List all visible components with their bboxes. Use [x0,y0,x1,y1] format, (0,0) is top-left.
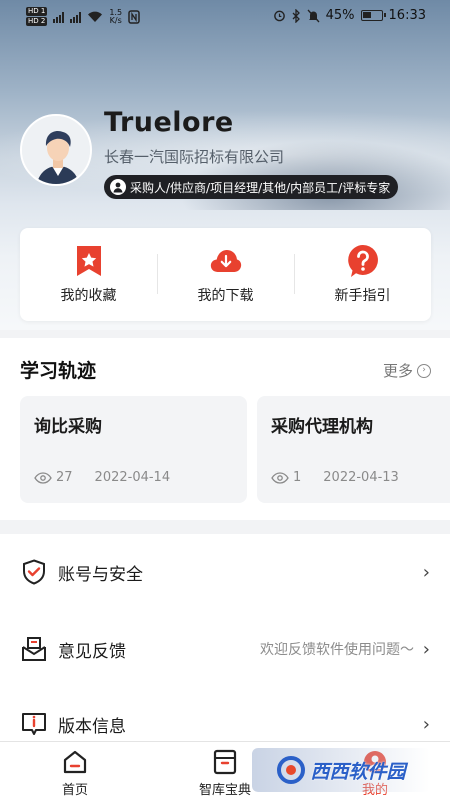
view-count: 27 [56,470,73,485]
cloud-download-icon [210,245,242,277]
chevron-right-icon: › [422,561,430,583]
chevron-right-circle-icon: › [417,363,431,378]
tab-home[interactable]: 首页 [25,748,125,798]
home-icon [61,748,89,776]
network-speed: 1.5 K/s [109,7,123,25]
alarm-icon [273,10,285,22]
bookmark-star-icon [73,245,105,277]
quick-actions-card: 我的收藏 我的下载 新手指引 [20,228,431,321]
section-title: 学习轨迹 [20,360,97,382]
feedback-hint: 欢迎反馈软件使用问题～ [260,642,414,658]
help-question-icon [347,244,379,277]
battery-icon [360,10,386,21]
site-watermark: 西西软件园 [252,748,430,792]
signal-icon [53,11,65,23]
battery-percent: 45% [325,8,355,23]
bluetooth-icon [292,8,300,23]
feedback-mail-icon [20,635,48,663]
user-name: Truelore [104,107,234,138]
learning-cards: 询比采购 27 2022-04-14 采购代理机构 1 2022-04-13 [20,396,450,504]
more-link[interactable]: 更多 › [383,360,431,381]
hd-badges: HD 1 HD 2 [26,7,48,26]
learning-card[interactable]: 询比采购 27 2022-04-14 [20,396,247,503]
learning-track-section: 学习轨迹 更多 › 询比采购 27 2022-04-14 采购代理机构 1 20… [0,338,450,520]
card-date: 2022-04-13 [323,470,399,485]
beginner-guide-button[interactable]: 新手指引 [294,228,431,321]
company-name: 长春一汽国际招标有限公司 [104,148,285,166]
eye-icon [271,471,289,484]
view-count: 1 [293,470,302,485]
menu-item-feedback[interactable]: 意见反馈 欢迎反馈软件使用问题～ › [0,619,450,679]
my-downloads-button[interactable]: 我的下载 [157,228,294,321]
chevron-right-icon: › [422,638,430,660]
settings-menu: 账号与安全 › 意见反馈 欢迎反馈软件使用问题～ › 版本信息 › [0,534,450,744]
my-favorites-button[interactable]: 我的收藏 [20,228,157,321]
status-bar: HD 1 HD 2 1.5 K/s 45% 16:33 [0,0,450,32]
user-icon [110,179,126,195]
learning-card[interactable]: 采购代理机构 1 2022-04-13 [257,396,450,503]
mute-icon [307,9,320,22]
card-date: 2022-04-14 [94,470,171,485]
nfc-icon [128,9,140,24]
menu-item-account-security[interactable]: 账号与安全 › [0,542,450,602]
box-icon [211,748,239,776]
info-box-icon [20,710,48,738]
signal-icon-2 [70,11,82,23]
avatar[interactable] [20,114,92,186]
wifi-icon [88,11,103,22]
card-title: 询比采购 [34,417,102,437]
card-title: 采购代理机构 [271,417,373,437]
watermark-logo-icon [277,756,306,784]
shield-check-icon [20,558,48,586]
eye-icon [34,471,52,484]
chevron-right-icon: › [422,713,430,735]
role-list: 采购人/供应商/项目经理/其他/内部员工/评标专家 [130,180,391,195]
clock-time: 16:33 [388,8,426,23]
role-pill: 采购人/供应商/项目经理/其他/内部员工/评标专家 [104,175,399,199]
